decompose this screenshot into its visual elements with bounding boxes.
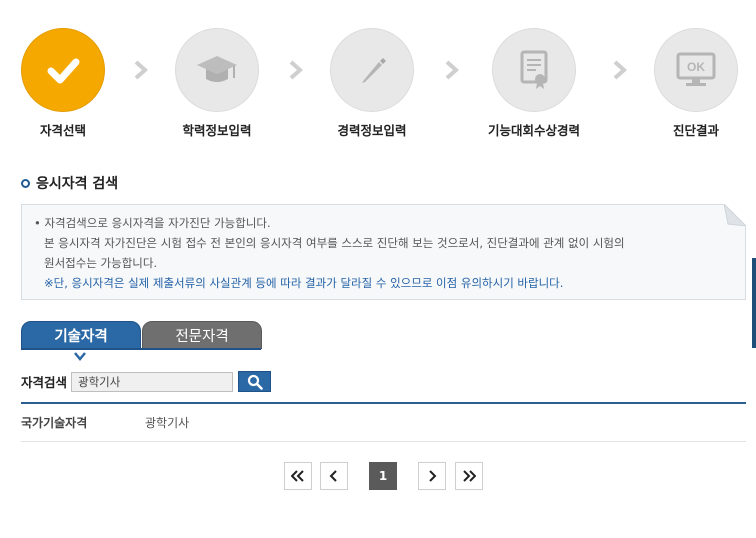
section-title: 응시자격 검색: [21, 173, 118, 193]
double-chevron-right-icon: [463, 470, 476, 482]
first-page-button[interactable]: [284, 462, 312, 490]
chevron-right-icon: [134, 60, 149, 80]
section-title-text: 응시자격 검색: [36, 176, 119, 192]
notice-box: • 자격검색으로 응시자격을 자가진단 가능합니다. 본 응시자격 자가진단은 …: [21, 204, 746, 300]
step-label: 기능대회수상경력: [487, 123, 580, 138]
table-row[interactable]: 국가기술자격 광학기사: [21, 404, 746, 442]
search-icon: [247, 374, 263, 390]
notice-line: • 자격검색으로 응시자격을 자가진단 가능합니다.: [34, 216, 271, 230]
next-page-button[interactable]: [418, 462, 446, 490]
chevron-right-icon: [429, 470, 437, 482]
step-education: [175, 28, 259, 112]
step-result: OK: [654, 28, 738, 112]
graduation-cap-icon: [197, 56, 237, 82]
chevron-right-icon: [613, 60, 628, 80]
svg-text:OK: OK: [687, 60, 705, 74]
page-fold-icon: [724, 204, 746, 226]
step-select-qualification: [21, 28, 105, 112]
search-label: 자격검색: [21, 375, 68, 390]
tab-underline: [21, 348, 261, 350]
ok-monitor-icon: OK: [676, 52, 716, 86]
progress-steps: 자격선택 학력정보입력 경력정보입력 기능대회수상경력 OK 진단결과: [0, 0, 756, 150]
checkmark-icon: [47, 58, 80, 84]
chevron-right-icon: [289, 60, 304, 80]
notice-line: 원서접수는 가능합니다.: [44, 256, 158, 270]
pencil-icon: [362, 58, 386, 83]
step-label: 학력정보입력: [182, 123, 252, 138]
step-career: [330, 28, 414, 112]
certificate-icon: [520, 50, 548, 89]
notice-line: 본 응시자격 자가진단은 시험 접수 전 본인의 응시자격 여부를 스스로 진단…: [44, 236, 625, 250]
tab-technical-qualification[interactable]: 기술자격: [21, 321, 141, 349]
step-label: 자격선택: [39, 123, 86, 138]
tab-professional-qualification[interactable]: 전문자격: [142, 321, 262, 349]
result-category: 국가기술자격: [21, 416, 88, 430]
result-name[interactable]: 광학기사: [145, 414, 189, 431]
step-competition-awards: [492, 28, 576, 112]
double-chevron-left-icon: [291, 470, 304, 482]
search-input[interactable]: [71, 371, 234, 392]
chevron-left-icon: [329, 470, 337, 482]
scrollbar[interactable]: [752, 258, 756, 348]
search-button[interactable]: [238, 371, 272, 392]
notice-warning: ※단, 응시자격은 실제 제출서류의 사실관계 등에 따라 결과가 달라질 수 …: [44, 276, 564, 290]
page-number[interactable]: 1: [369, 462, 397, 490]
search-row: 자격검색: [21, 371, 272, 392]
step-label: 경력정보입력: [337, 123, 407, 138]
chevron-down-icon: [74, 352, 86, 361]
step-label: 진단결과: [672, 123, 719, 138]
chevron-right-icon: [445, 60, 460, 80]
last-page-button[interactable]: [455, 462, 483, 490]
prev-page-button[interactable]: [320, 462, 348, 490]
bullet-icon: [21, 178, 30, 188]
